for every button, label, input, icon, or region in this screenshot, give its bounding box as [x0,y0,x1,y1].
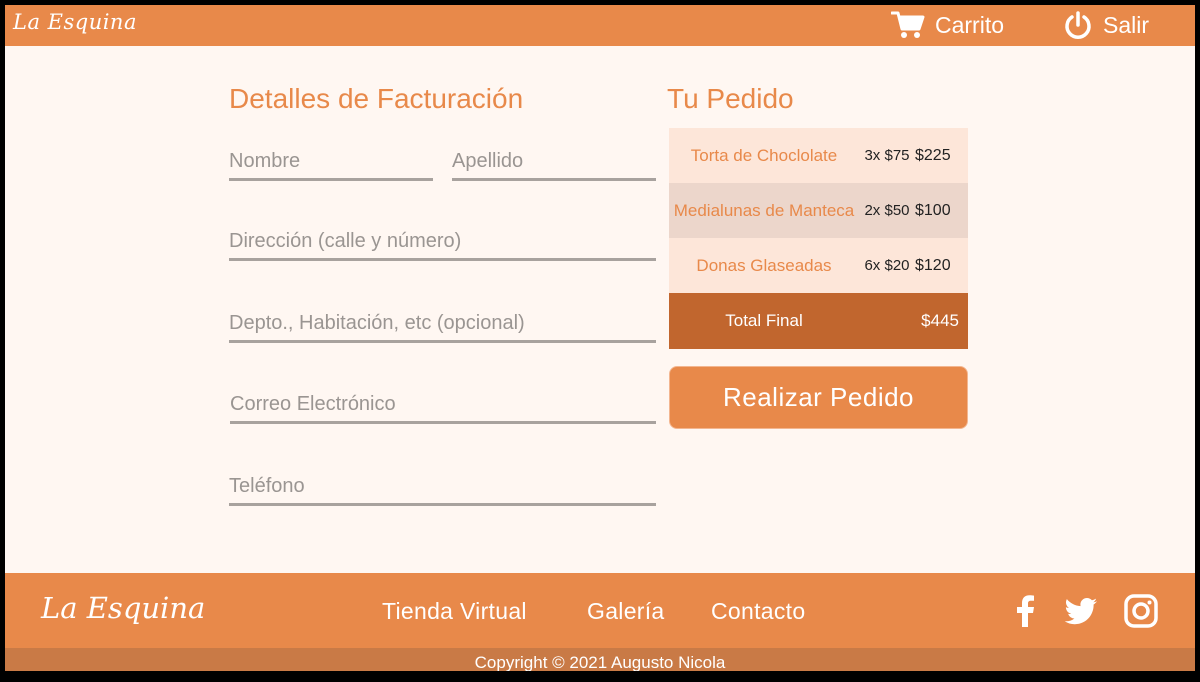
order-item-name: Donas Glaseadas [696,256,832,275]
top-navbar: La Esquina Carrito Salir [5,5,1195,46]
copyright-text: Copyright © 2021 Augusto Nicola [474,653,726,671]
logout-link[interactable]: Salir [1063,7,1149,43]
billing-title: Detalles de Facturación [229,83,524,114]
order-item-quantity: 6x $20 [864,257,910,274]
footer-link-gallery[interactable]: Galería [587,598,665,625]
apartment-field [229,303,656,343]
order-item-name: Torta de Choclolate [690,146,838,165]
order-item-name: Medialunas de Manteca [673,201,855,220]
twitter-icon[interactable] [1063,593,1099,629]
footer-link-store[interactable]: Tienda Virtual [382,598,527,625]
brand-logo[interactable]: La Esquina [13,10,137,34]
order-item-subtotal: $120 [915,256,951,274]
place-order-button[interactable]: Realizar Pedido [669,366,968,429]
email-input[interactable] [230,384,656,421]
instagram-icon[interactable] [1123,593,1159,629]
address-input[interactable] [229,221,656,258]
logout-label: Salir [1103,11,1150,38]
order-total-row: Total Final $445 [669,293,968,349]
address-field [229,221,656,261]
footer-link-contact[interactable]: Contacto [711,598,805,625]
apartment-input[interactable] [229,303,656,340]
first-name-input[interactable] [229,141,433,178]
facebook-icon[interactable] [1008,593,1044,629]
order-item-subtotal: $225 [915,146,951,164]
copyright-bar: Copyright © 2021 Augusto Nicola [5,648,1195,671]
page: La Esquina Carrito Salir Detalles de Fac… [5,5,1195,671]
cart-link[interactable]: Carrito [891,7,1004,43]
footer-logo[interactable]: La Esquina [41,591,205,625]
phone-field [229,466,656,506]
shopping-cart-icon [891,11,925,38]
cart-label: Carrito [935,11,1005,38]
footer: La Esquina Tienda Virtual Galería Contac… [5,573,1195,648]
last-name-field [452,141,656,181]
order-item-row: Medialunas de Manteca 2x $50 $100 [669,183,968,238]
power-icon [1065,11,1091,39]
order-total-label: Total Final [725,311,803,330]
order-item-subtotal: $100 [915,201,951,219]
order-item-quantity: 2x $50 [864,202,910,219]
phone-input[interactable] [229,466,656,503]
email-field [230,384,656,424]
order-summary-table: Torta de Choclolate 3x $75 $225 Medialun… [669,128,968,349]
order-item-quantity: 3x $75 [864,147,910,164]
first-name-field [229,141,433,181]
order-total-value: $445 [921,311,959,330]
order-item-row: Donas Glaseadas 6x $20 $120 [669,238,968,293]
last-name-input[interactable] [452,141,656,178]
order-title: Tu Pedido [667,83,794,114]
order-item-row: Torta de Choclolate 3x $75 $225 [669,128,968,183]
